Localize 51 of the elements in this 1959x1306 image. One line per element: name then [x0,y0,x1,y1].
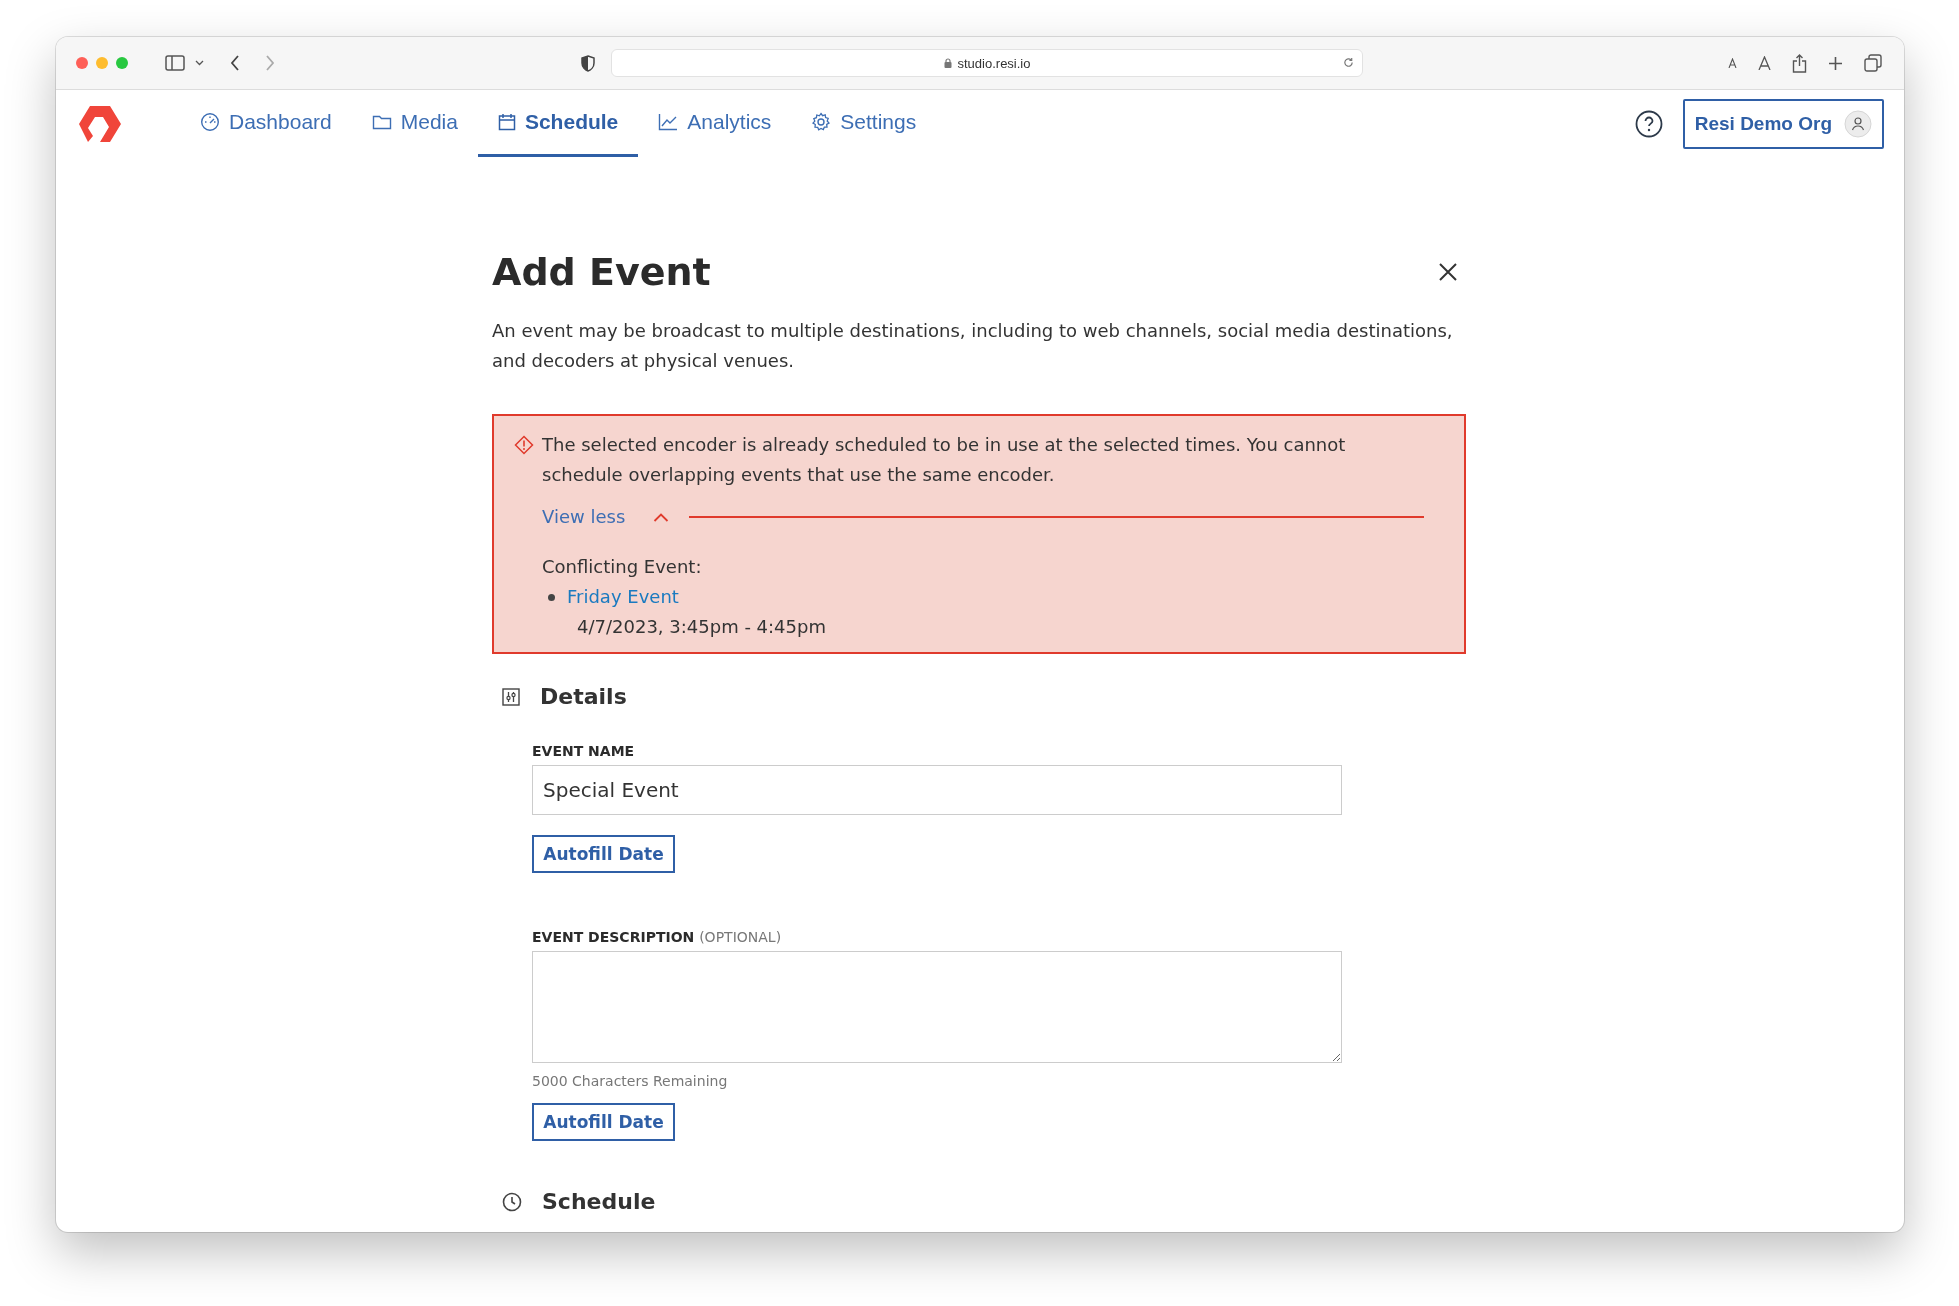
section-title: Details [540,684,627,709]
event-name-field[interactable]: Special Event [532,765,1342,815]
autofill-date-button[interactable]: Autofill Date [532,835,675,873]
section-title: Schedule [542,1189,656,1214]
nav-tab[interactable]: Schedule [477,90,639,157]
text-smaller-icon[interactable] [1728,58,1737,68]
characters-remaining: 5000 Characters Remaining [532,1073,728,1089]
event-link[interactable]: Friday Event [567,582,679,612]
nav-tab[interactable]: Settings [791,90,937,157]
url-text: studio.resi.io [957,55,1031,71]
share-icon[interactable] [1792,53,1807,73]
shield-icon[interactable] [581,54,595,72]
gauge-icon [200,112,220,132]
event-time: 4/7/2023, 3:45pm - 4:45pm [577,615,827,639]
sidebar-icon[interactable] [165,55,185,71]
reload-icon[interactable] [1343,57,1354,68]
nav-tab[interactable]: Dashboard [180,90,352,157]
bullet-icon [548,593,555,601]
warning-icon [514,435,534,455]
settings-icon [811,112,832,132]
field-label: EVENT DESCRIPTION [532,929,695,945]
organization-button[interactable]: Resi Demo Org [1682,99,1884,149]
close-window-icon[interactable] [76,57,88,69]
address-bar[interactable]: studio.resi.io [611,49,1363,77]
lock-icon [943,58,952,68]
nav-tab[interactable]: Media [351,90,478,157]
help-icon[interactable] [1634,110,1663,138]
clock-icon [502,1191,522,1212]
sliders-icon [502,687,520,706]
dialog-description: An event may be broadcast to multiple destinations, including to web channels, social media destinations, and decoders at physical venues. [492,319,1454,373]
text-larger-icon[interactable] [1758,56,1771,70]
view-less-link[interactable]: View less [542,502,626,532]
field-label: EVENT NAME [532,743,635,759]
autofill-date-button[interactable]: Autofill Date [532,1103,675,1141]
close-icon[interactable] [1438,262,1458,282]
calendar-icon [497,113,516,131]
user-avatar-icon [1844,110,1872,138]
dialog-title: Add Event [492,250,711,294]
event-description-field[interactable] [532,951,1342,1063]
optional-label: (OPTIONAL) [699,929,782,945]
folder-icon [371,113,392,131]
tabs-icon[interactable] [1864,54,1882,72]
plus-icon[interactable] [1828,55,1843,71]
line-chart-icon [658,113,679,131]
conflict-label: Conflicting Event: [542,555,703,579]
caret-icon[interactable] [653,512,670,522]
back-icon[interactable] [230,55,240,71]
chevron-down-icon[interactable] [195,60,204,66]
alert-message: The selected encoder is already scheduled to be in use at the selected times. You cannot schedule overlapping events that use the same encoder. [542,433,1347,487]
logo-icon[interactable] [76,103,124,145]
nav-tab[interactable]: Analytics [638,90,792,157]
